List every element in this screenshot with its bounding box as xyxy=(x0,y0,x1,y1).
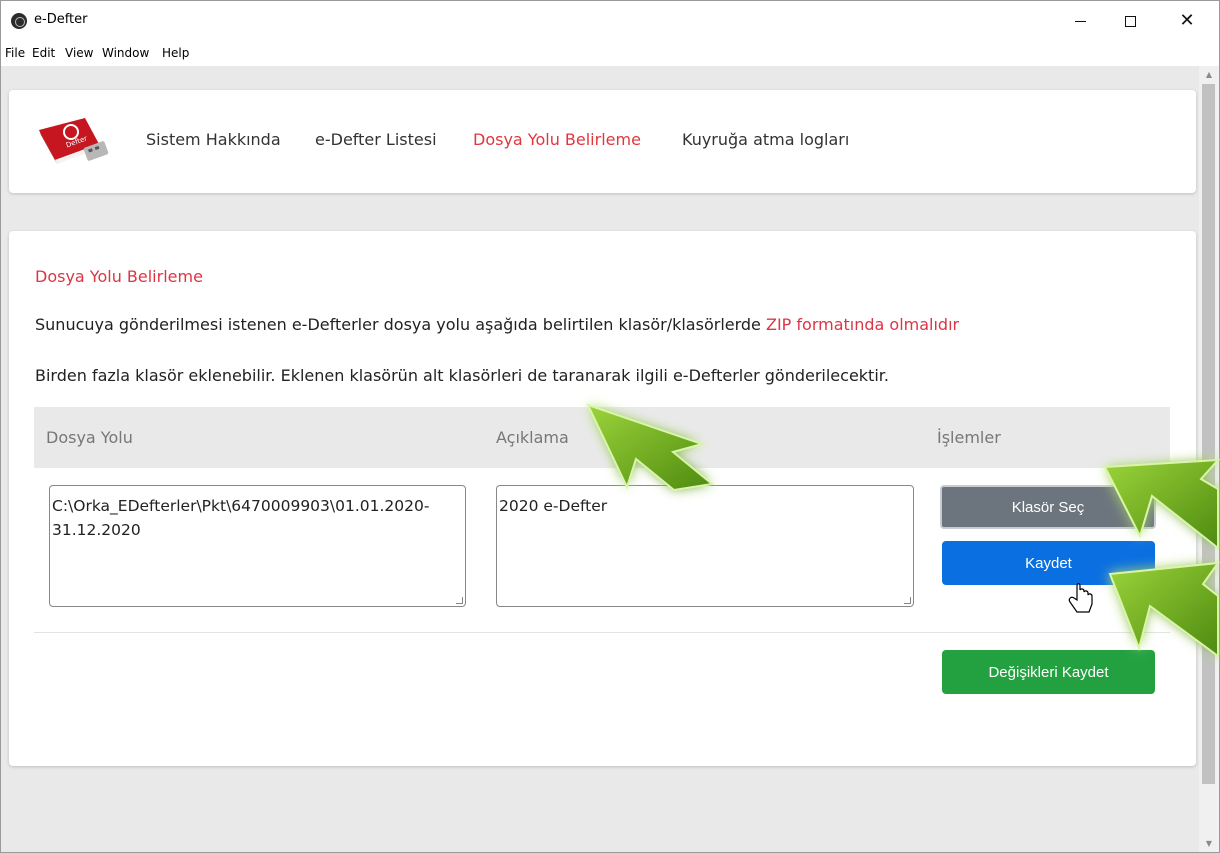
scroll-thumb[interactable] xyxy=(1202,84,1215,784)
maximize-button[interactable] xyxy=(1107,1,1153,41)
path-textarea[interactable]: C:\Orka_EDefterler\Pkt\6470009903\01.01.… xyxy=(49,485,466,607)
main-content: Defter Sistem Hakkında e-Defter Listesi … xyxy=(1,66,1199,852)
app-icon xyxy=(11,13,27,29)
scroll-up-icon[interactable]: ▲ xyxy=(1199,66,1219,83)
path-value: C:\Orka_EDefterler\Pkt\6470009903\01.01.… xyxy=(52,497,430,539)
nav-sistem-hakkinda[interactable]: Sistem Hakkında xyxy=(146,130,281,149)
resize-handle-icon[interactable] xyxy=(904,597,911,604)
menu-edit[interactable]: Edit xyxy=(32,46,55,60)
e-defter-logo-icon: Defter xyxy=(39,118,109,164)
description-zip: Sunucuya gönderilmesi istenen e-Defterle… xyxy=(35,315,959,334)
save-changes-button[interactable]: Değişikleri Kaydet xyxy=(942,650,1155,694)
title-bar: e-Defter ✕ xyxy=(1,1,1219,41)
close-button[interactable]: ✕ xyxy=(1164,1,1210,41)
header-description: Açıklama xyxy=(496,428,569,447)
minimize-button[interactable] xyxy=(1057,1,1103,41)
description-value: 2020 e-Defter xyxy=(499,497,608,515)
resize-handle-icon[interactable] xyxy=(456,597,463,604)
maximize-icon xyxy=(1124,15,1136,27)
page-title: Dosya Yolu Belirleme xyxy=(35,267,203,286)
window-title: e-Defter xyxy=(34,12,88,27)
vertical-scrollbar[interactable]: ▲ ▼ xyxy=(1199,66,1219,852)
minimize-icon xyxy=(1074,20,1086,22)
path-settings-card: Dosya Yolu Belirleme Sunucuya gönderilme… xyxy=(9,231,1196,766)
close-icon: ✕ xyxy=(1179,10,1195,31)
menu-view[interactable]: View xyxy=(65,46,93,60)
zip-format-highlight: ZIP formatında olmalıdır xyxy=(765,315,960,334)
app-window: e-Defter ✕ File Edit View Window Help De… xyxy=(0,0,1220,853)
menu-help[interactable]: Help xyxy=(162,46,189,60)
description-subfolders: Birden fazla klasör eklenebilir. Eklenen… xyxy=(35,366,889,385)
row-divider xyxy=(34,632,1170,633)
description-zip-text: Sunucuya gönderilmesi istenen e-Defterle… xyxy=(35,315,766,334)
menu-window[interactable]: Window xyxy=(102,46,149,60)
nav-dosya-yolu-belirleme[interactable]: Dosya Yolu Belirleme xyxy=(473,130,641,149)
menu-bar: File Edit View Window Help xyxy=(1,41,1219,65)
header-path: Dosya Yolu xyxy=(46,428,133,447)
top-navigation: Defter Sistem Hakkında e-Defter Listesi … xyxy=(9,90,1196,193)
header-actions: İşlemler xyxy=(937,428,1001,447)
description-textarea[interactable]: 2020 e-Defter xyxy=(496,485,914,607)
menu-file[interactable]: File xyxy=(5,46,25,60)
select-folder-button[interactable]: Klasör Seç xyxy=(940,485,1156,529)
table-header: Dosya Yolu Açıklama İşlemler xyxy=(34,407,1170,468)
save-button[interactable]: Kaydet xyxy=(942,541,1155,585)
nav-e-defter-listesi[interactable]: e-Defter Listesi xyxy=(315,130,437,149)
nav-kuyruga-atma-loglari[interactable]: Kuyruğa atma logları xyxy=(682,130,849,149)
scroll-down-icon[interactable]: ▼ xyxy=(1199,835,1219,852)
